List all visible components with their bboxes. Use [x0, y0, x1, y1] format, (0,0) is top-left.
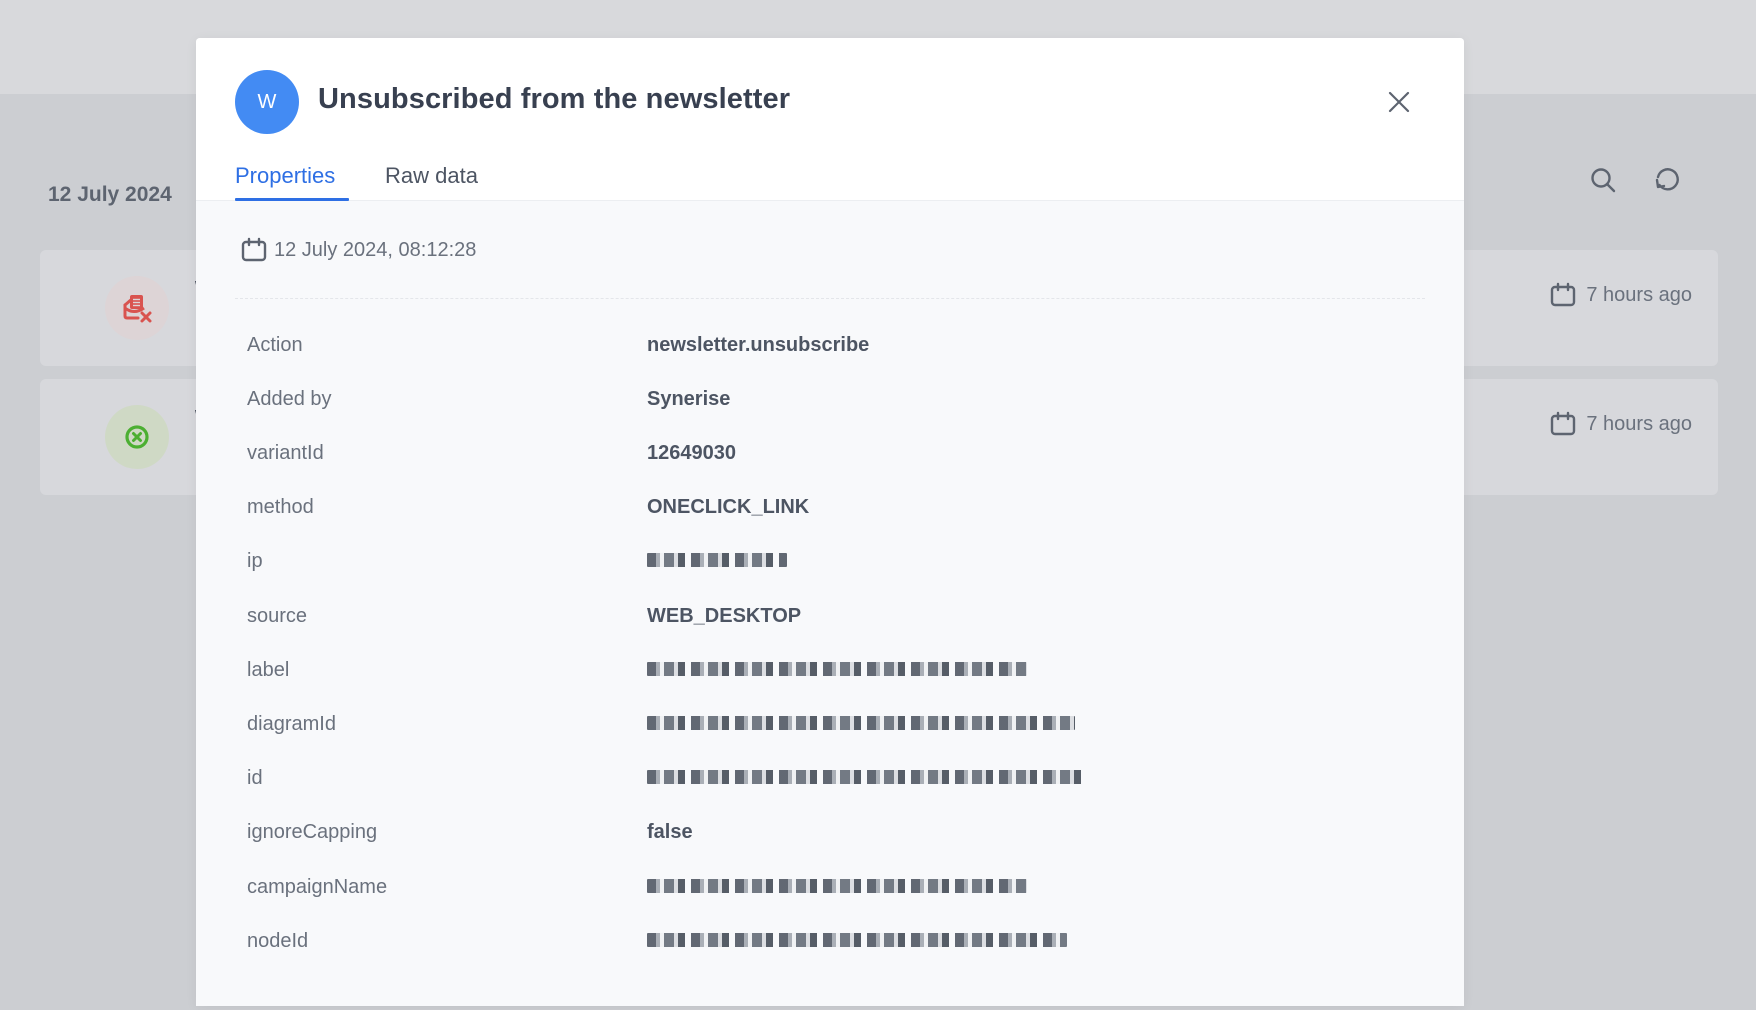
redacted-value — [647, 767, 1083, 790]
redacted-value — [647, 713, 1075, 736]
property-value: false — [647, 821, 693, 844]
redacted-block — [647, 932, 1067, 947]
calendar-icon — [241, 237, 267, 262]
property-label: nodeId — [247, 929, 309, 952]
property-label: variantId — [247, 441, 324, 464]
redacted-value — [647, 550, 787, 573]
property-value: ONECLICK_LINK — [647, 496, 810, 519]
event-details-modal: W Unsubscribed from the newsletter Prope… — [196, 38, 1464, 1006]
event-icon-circle — [105, 405, 169, 469]
close-button[interactable] — [1385, 88, 1413, 116]
property-row: Added by Synerise — [247, 384, 1397, 414]
property-label: id — [247, 767, 263, 790]
property-label: Added by — [247, 387, 332, 410]
search-icon — [1591, 168, 1616, 193]
envelope-unsubscribe-icon — [123, 295, 152, 323]
redacted-value — [647, 659, 1027, 682]
property-label: label — [247, 658, 290, 681]
property-label: source — [247, 604, 308, 627]
property-label: diagramId — [247, 712, 336, 735]
x-circle-icon — [125, 425, 149, 449]
timestamp-text: 12 July 2024, 08:12:28 — [274, 238, 477, 261]
property-label: ip — [247, 550, 263, 573]
event-time-text: 7 hours ago — [1586, 283, 1692, 306]
property-row: diagramId — [247, 709, 1397, 739]
event-time: 7 hours ago — [1550, 282, 1692, 308]
redacted-value — [647, 876, 1027, 899]
event-time: 7 hours ago — [1550, 411, 1692, 437]
property-value: Synerise — [647, 387, 731, 410]
date-heading: 12 July 2024 — [48, 183, 172, 206]
calendar-icon — [1551, 411, 1576, 436]
refresh-icon — [1655, 168, 1679, 191]
property-row: nodeId — [247, 926, 1397, 956]
tab-raw-data[interactable]: Raw data — [385, 163, 478, 189]
property-row: campaignName — [247, 872, 1397, 902]
refresh-button[interactable] — [1652, 165, 1682, 195]
property-value: newsletter.unsubscribe — [647, 333, 870, 356]
property-row: id — [247, 764, 1397, 794]
tab-properties[interactable]: Properties — [235, 163, 335, 189]
calendar-icon — [1551, 282, 1576, 307]
property-label: Action — [247, 333, 303, 356]
avatar: W — [235, 70, 299, 134]
divider — [235, 298, 1425, 299]
modal-header: W Unsubscribed from the newsletter Prope… — [196, 38, 1464, 201]
redacted-block — [647, 770, 1083, 785]
property-row: ip — [247, 547, 1397, 577]
property-row: variantId 12649030 — [247, 438, 1397, 468]
property-row: source WEB_DESKTOP — [247, 601, 1397, 631]
active-tab-indicator — [235, 198, 349, 201]
property-value: WEB_DESKTOP — [647, 604, 802, 627]
close-icon — [1388, 91, 1410, 113]
property-row: label — [247, 655, 1397, 685]
search-button[interactable] — [1588, 165, 1618, 195]
redacted-block — [647, 878, 1027, 893]
modal-title: Unsubscribed from the newsletter — [318, 83, 791, 115]
redacted-block — [647, 553, 787, 568]
redacted-block — [647, 715, 1075, 730]
property-label: campaignName — [247, 875, 388, 898]
property-label: ignoreCapping — [247, 821, 378, 844]
property-row: Action newsletter.unsubscribe — [247, 330, 1397, 360]
redacted-value — [647, 930, 1067, 953]
event-time-text: 7 hours ago — [1586, 412, 1692, 435]
property-row: method ONECLICK_LINK — [247, 493, 1397, 523]
redacted-block — [647, 661, 1027, 676]
property-label: method — [247, 496, 314, 519]
property-row: ignoreCapping false — [247, 818, 1397, 848]
event-timestamp: 12 July 2024, 08:12:28 — [241, 237, 476, 263]
property-value: 12649030 — [647, 441, 736, 464]
event-icon-circle — [105, 276, 169, 340]
